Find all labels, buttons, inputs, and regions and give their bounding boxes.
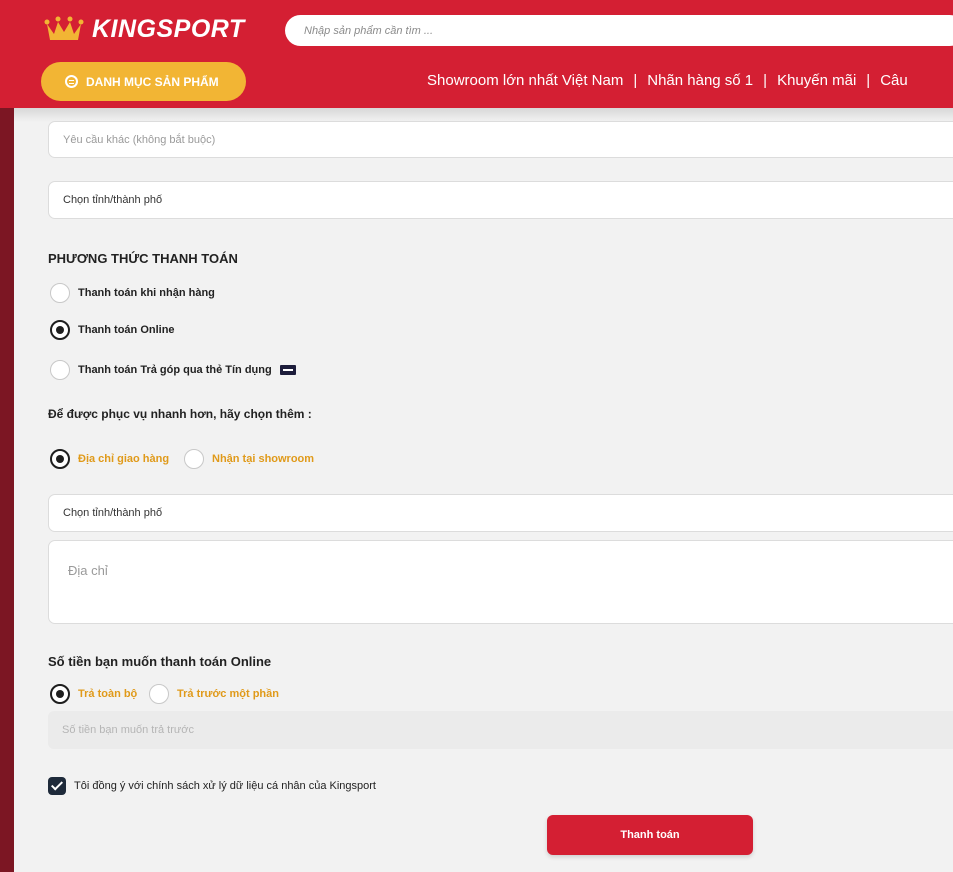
- radio-pay-full[interactable]: [50, 684, 70, 704]
- nav-separator: |: [866, 72, 871, 89]
- payment-option-cod-label: Thanh toán khi nhận hàng: [78, 287, 215, 299]
- nav-showroom[interactable]: Showroom lớn nhất Việt Nam: [427, 72, 623, 89]
- crown-icon: [44, 16, 84, 40]
- radio-delivery-showroom[interactable]: [184, 449, 204, 469]
- checkout-submit-label: Thanh toán: [620, 829, 680, 841]
- nav-separator: |: [633, 72, 638, 89]
- logo-text: KINGSPORT: [92, 14, 245, 43]
- city-select-bottom-value: Chọn tỉnh/thành phố: [63, 507, 163, 519]
- service-heading: Để được phục vụ nhanh hơn, hãy chọn thêm…: [48, 407, 312, 421]
- payment-option-installment-label: Thanh toán Trả góp qua thẻ Tín dụng: [78, 364, 272, 376]
- consent-checkbox[interactable]: [48, 777, 66, 795]
- radio-pay-partial[interactable]: [149, 684, 169, 704]
- checkout-submit-button[interactable]: Thanh toán: [547, 815, 753, 855]
- consent-row[interactable]: Tôi đồng ý với chính sách xử lý dữ liệu …: [48, 777, 376, 795]
- amount-option-partial[interactable]: Trả trước một phần: [149, 684, 279, 704]
- delivery-option-showroom-label: Nhận tại showroom: [212, 453, 315, 465]
- top-nav: Showroom lớn nhất Việt Nam | Nhãn hàng số …: [427, 72, 908, 89]
- radio-delivery-address[interactable]: [50, 449, 70, 469]
- delivery-option-address[interactable]: Địa chỉ giao hàng: [50, 449, 169, 469]
- radio-online[interactable]: [50, 320, 70, 340]
- online-amount-heading: Số tiền bạn muốn thanh toán Online: [48, 654, 272, 669]
- nav-separator: |: [763, 72, 768, 89]
- delivery-option-showroom[interactable]: Nhận tại showroom: [184, 449, 314, 469]
- other-request-placeholder: Yêu cầu khác (không bắt buộc): [63, 133, 216, 146]
- amount-option-partial-label: Trả trước một phần: [177, 688, 279, 700]
- visa-card-icon: [279, 365, 296, 375]
- nav-brand[interactable]: Nhãn hàng số 1: [647, 72, 753, 89]
- menu-icon: [65, 75, 78, 88]
- category-menu-label: DANH MỤC SẢN PHẨM: [86, 74, 219, 89]
- prepay-amount-placeholder: Số tiền bạn muốn trả trước: [62, 724, 194, 736]
- payment-option-installment[interactable]: Thanh toán Trả góp qua thẻ Tín dụng: [50, 360, 296, 380]
- search-input[interactable]: [285, 15, 953, 46]
- city-select-top[interactable]: Chọn tỉnh/thành phố: [48, 181, 953, 219]
- address-textarea[interactable]: Địa chỉ: [48, 540, 953, 624]
- payment-option-cod[interactable]: Thanh toán khi nhận hàng: [50, 283, 215, 303]
- amount-option-full[interactable]: Trả toàn bộ: [50, 684, 137, 704]
- city-select-bottom[interactable]: Chọn tỉnh/thành phố: [48, 494, 953, 532]
- prepay-amount-input[interactable]: Số tiền bạn muốn trả trước: [48, 711, 953, 749]
- delivery-option-address-label: Địa chỉ giao hàng: [78, 453, 170, 465]
- nav-promotions[interactable]: Khuyến mãi: [777, 72, 856, 89]
- consent-text: Tôi đồng ý với chính sách xử lý dữ liệu …: [74, 780, 376, 792]
- checkout-form-panel: [14, 108, 953, 872]
- radio-installment[interactable]: [50, 360, 70, 380]
- address-placeholder: Địa chỉ: [68, 563, 108, 578]
- payment-option-online[interactable]: Thanh toán Online: [50, 320, 175, 340]
- category-menu-button[interactable]: DANH MỤC SẢN PHẨM: [41, 62, 246, 101]
- amount-option-full-label: Trả toàn bộ: [78, 688, 138, 700]
- nav-faq[interactable]: Câu: [880, 72, 908, 89]
- city-select-top-value: Chọn tỉnh/thành phố: [63, 194, 163, 206]
- payment-option-online-label: Thanh toán Online: [78, 324, 175, 336]
- other-request-input[interactable]: Yêu cầu khác (không bắt buộc): [48, 121, 953, 158]
- header-shadow: [14, 108, 953, 122]
- radio-cod[interactable]: [50, 283, 70, 303]
- kingsport-logo[interactable]: KINGSPORT: [44, 14, 245, 44]
- payment-method-heading: PHƯƠNG THỨC THANH TOÁN: [48, 251, 238, 266]
